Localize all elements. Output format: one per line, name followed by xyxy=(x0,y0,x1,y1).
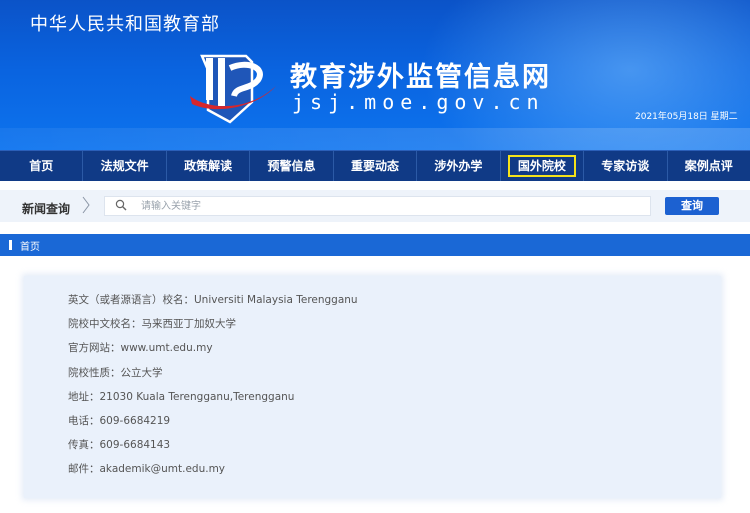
school-type: 院校性质：公立大学 xyxy=(68,366,163,379)
nav-item-label: 法规文件 xyxy=(100,159,149,173)
nav-item-foreign-institutions[interactable]: 国外院校 xyxy=(501,151,585,181)
search-box xyxy=(104,196,651,216)
moe-jsj-logo-icon[interactable] xyxy=(188,50,278,128)
nav-item-expert-interviews[interactable]: 专家访谈 xyxy=(584,151,668,181)
nav-item-regulations[interactable]: 法规文件 xyxy=(83,151,167,181)
breadcrumb-home-link[interactable]: 首页 xyxy=(20,238,40,253)
school-address: 地址：21030 Kuala Terengganu,Terengganu xyxy=(68,390,295,403)
search-input[interactable] xyxy=(141,197,641,215)
nav-item-label: 预警信息 xyxy=(267,159,316,173)
breadcrumb-marker xyxy=(9,240,12,250)
chevron-right-icon xyxy=(82,196,90,214)
nav-item-label: 专家访谈 xyxy=(601,159,650,173)
nav-item-label: 国外院校 xyxy=(507,155,576,177)
school-english-name: 英文（或者源语言）校名：Universiti Malaysia Terengga… xyxy=(68,294,358,306)
site-domain: jsj.moe.gov.cn xyxy=(292,90,545,114)
nav-item-case-reviews[interactable]: 案例点评 xyxy=(668,151,750,181)
breadcrumb: 首页 xyxy=(0,234,750,256)
nav-item-label: 涉外办学 xyxy=(434,159,483,173)
search-button[interactable]: 查询 xyxy=(665,197,719,215)
school-phone: 电话：609-6684219 xyxy=(68,414,171,427)
school-fax: 传真：609-6684143 xyxy=(68,439,171,452)
nav-item-news[interactable]: 重要动态 xyxy=(334,151,418,181)
school-email: 邮件：akademik@umt.edu.my xyxy=(68,463,226,476)
site-title[interactable]: 教育涉外监管信息网 xyxy=(290,55,551,94)
ministry-name[interactable]: 中华人民共和国教育部 xyxy=(30,10,220,36)
school-info-panel: 英文（或者源语言）校名：Universiti Malaysia Terengga… xyxy=(24,276,721,498)
search-icon xyxy=(115,199,127,211)
school-info-list: 英文（或者源语言）校名：Universiti Malaysia Terengga… xyxy=(68,288,358,482)
banner-stripe xyxy=(0,128,750,150)
nav-item-label: 案例点评 xyxy=(684,159,733,173)
school-chinese-name: 院校中文校名：马来西亚丁加奴大学 xyxy=(68,318,236,331)
nav-item-policy[interactable]: 政策解读 xyxy=(167,151,251,181)
main-nav: 首页 法规文件 政策解读 预警信息 重要动态 涉外办学 国外院校 专家访谈 案例… xyxy=(0,150,750,181)
nav-item-warnings[interactable]: 预警信息 xyxy=(250,151,334,181)
nav-item-label: 政策解读 xyxy=(184,159,233,173)
current-date: 2021年05月18日 星期二 xyxy=(635,112,738,122)
nav-item-label: 首页 xyxy=(29,159,54,173)
news-search-bar: 新闻查询 查询 xyxy=(0,190,750,222)
school-website: 官方网站：www.umt.edu.my xyxy=(68,342,213,355)
header-banner: 中华人民共和国教育部 教育涉外监管信息网 jsj.moe.gov.cn 2021… xyxy=(0,0,750,150)
nav-item-label: 重要动态 xyxy=(350,159,399,173)
nav-item-home[interactable]: 首页 xyxy=(0,151,84,181)
nav-item-foreign-schooling[interactable]: 涉外办学 xyxy=(417,151,501,181)
search-label: 新闻查询 xyxy=(22,202,71,216)
